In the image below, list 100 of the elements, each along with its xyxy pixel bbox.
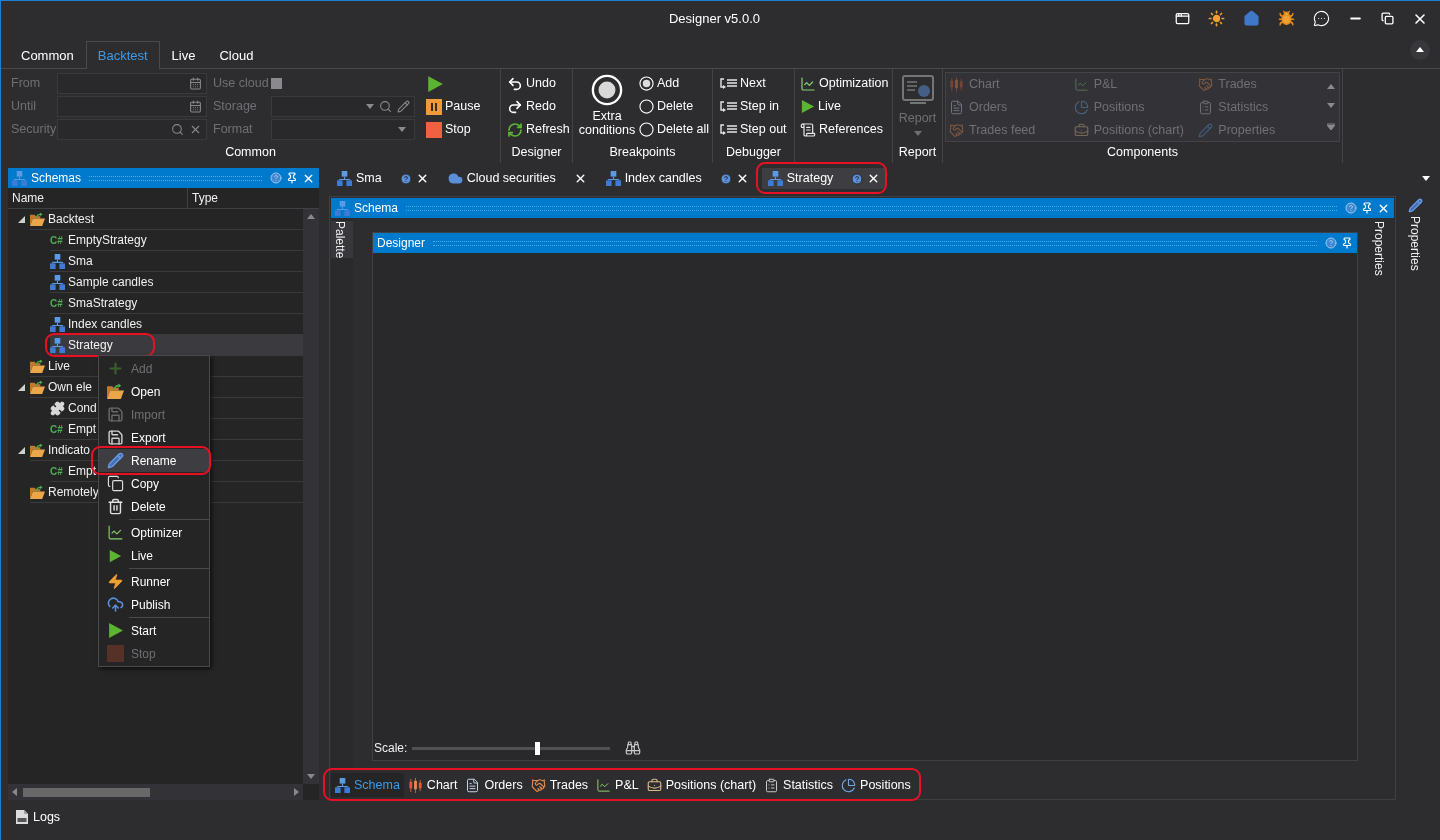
search-icon <box>379 100 392 113</box>
menu-item[interactable]: Live <box>99 544 209 567</box>
search-field[interactable] <box>57 119 207 140</box>
tree-item[interactable]: C# EmptyStrategy <box>50 230 149 250</box>
ribbon-tab[interactable]: Live <box>159 41 208 69</box>
binoculars-icon[interactable] <box>625 740 642 756</box>
palette-tab[interactable]: Palette <box>331 221 353 259</box>
scroll-down-icon[interactable] <box>307 774 315 779</box>
scrollbar-thumb[interactable] <box>23 787 150 797</box>
tree-item[interactable]: C# Empt <box>50 461 98 481</box>
dropdown-caret-icon[interactable] <box>1422 176 1430 181</box>
calendar-icon <box>189 100 202 113</box>
bug-icon[interactable] <box>1278 10 1295 27</box>
ribbon-tab[interactable]: Common <box>9 41 86 69</box>
menu-item[interactable]: Copy <box>99 472 209 495</box>
tree-item[interactable]: Live <box>30 356 72 376</box>
scroll-down-icon[interactable] <box>1327 103 1335 109</box>
slider-thumb[interactable] <box>535 741 541 755</box>
step-button[interactable]: Step in <box>719 95 787 118</box>
scroll-right-icon[interactable] <box>294 788 299 796</box>
expand-arrow-icon[interactable] <box>18 216 25 223</box>
column-header[interactable]: Name <box>8 188 188 208</box>
vertical-scrollbar[interactable] <box>303 209 319 784</box>
menu-item[interactable]: Open <box>99 380 209 403</box>
pin-icon[interactable] <box>1341 237 1353 249</box>
document-tab[interactable]: Sma <box>331 168 434 189</box>
tree-item[interactable]: Backtest <box>30 209 97 229</box>
horizontal-scrollbar[interactable] <box>8 784 303 800</box>
collapse-icon[interactable] <box>1410 40 1430 60</box>
scroll-left-icon[interactable] <box>12 788 17 796</box>
date-field[interactable] <box>57 73 207 94</box>
field-label: Until <box>11 98 37 116</box>
expand-arrow-icon[interactable] <box>18 384 25 391</box>
radio-button[interactable]: Delete all <box>639 118 710 141</box>
optimization-button[interactable]: Optimization <box>800 72 889 95</box>
ribbon-tab[interactable]: Cloud <box>207 41 266 69</box>
more-icon[interactable] <box>1327 122 1335 130</box>
menu-item[interactable]: Delete <box>99 495 209 518</box>
tree-item[interactable]: Remotely <box>30 482 101 502</box>
column-header[interactable]: Type <box>188 188 303 208</box>
undo-button[interactable]: Undo <box>507 72 570 95</box>
chat-icon[interactable] <box>1313 10 1330 27</box>
restore-icon[interactable] <box>1381 12 1394 25</box>
menu-item[interactable]: Publish <box>99 593 209 616</box>
document-icon <box>800 121 816 138</box>
window-layout-icon[interactable] <box>1175 11 1190 26</box>
radio-button[interactable]: Delete <box>639 95 710 118</box>
properties-tab[interactable]: Properties <box>1406 216 1424 271</box>
house-icon[interactable] <box>1243 10 1260 27</box>
document-tab[interactable]: Index candles <box>599 168 754 189</box>
help-icon[interactable] <box>399 172 412 185</box>
dropdown-field[interactable] <box>271 96 415 117</box>
tree-item[interactable]: Own ele <box>30 377 95 397</box>
dropdown-field[interactable] <box>271 119 415 140</box>
pin-icon[interactable] <box>1361 202 1373 214</box>
bottom-tab[interactable]: Statistics <box>760 773 838 797</box>
help-icon[interactable] <box>719 172 732 185</box>
tree-item[interactable]: Sma <box>50 251 95 271</box>
step-button[interactable]: Step out <box>719 118 787 141</box>
scroll-up-icon[interactable] <box>1327 84 1335 90</box>
tree-item[interactable]: Indicato <box>30 440 93 460</box>
bottom-tab[interactable]: Orders <box>461 773 527 797</box>
scroll-up-icon[interactable] <box>307 214 315 219</box>
expand-arrow-icon[interactable] <box>18 447 25 454</box>
bottom-tab[interactable]: Positions <box>837 773 915 797</box>
ribbon-tab[interactable]: Backtest <box>85 41 160 69</box>
help-icon[interactable] <box>851 172 864 185</box>
menu-item[interactable]: Rename <box>99 449 209 472</box>
bottom-tab[interactable]: Positions (chart) <box>642 773 761 797</box>
radio-button[interactable]: Add <box>639 72 710 95</box>
menu-item[interactable]: Start <box>99 619 209 642</box>
bottom-tab[interactable]: Schema <box>331 773 404 797</box>
refresh-button[interactable]: Refresh <box>507 118 570 141</box>
bottom-tab[interactable]: P&L <box>592 773 643 797</box>
step-button[interactable]: Next <box>719 72 787 95</box>
bottom-tab[interactable]: Chart <box>403 773 462 797</box>
date-field[interactable] <box>57 96 207 117</box>
menu-item[interactable]: Export <box>99 426 209 449</box>
bottom-tab[interactable]: Trades <box>526 773 593 797</box>
sun-icon[interactable] <box>1208 10 1225 27</box>
menu-item[interactable]: Runner <box>99 570 209 593</box>
pin-icon[interactable] <box>286 172 298 184</box>
extra-conditions-button[interactable]: Extra conditions <box>573 72 639 141</box>
tree-item[interactable]: Cond <box>50 398 99 418</box>
folder-icon <box>30 379 45 395</box>
redo-button[interactable]: Redo <box>507 95 570 118</box>
document-tab[interactable]: Cloud securities <box>441 168 592 189</box>
properties-tab[interactable]: Properties <box>1368 221 1390 276</box>
pause-button[interactable]: Pause <box>426 95 481 118</box>
stop-button[interactable]: Stop <box>426 118 481 141</box>
live-button[interactable]: Live <box>800 95 889 118</box>
menu-item[interactable]: Optimizer <box>99 521 209 544</box>
tree-item[interactable]: Index candles <box>50 314 145 334</box>
logs-tab[interactable]: Logs <box>15 808 61 827</box>
hierarchy-icon <box>335 777 350 793</box>
tree-item[interactable]: Sample candles <box>50 272 156 292</box>
tree-item[interactable]: C# SmaStrategy <box>50 293 140 313</box>
references-button[interactable]: References <box>800 118 889 141</box>
document-tab[interactable]: Strategy <box>761 168 886 189</box>
tree-item[interactable]: C# Empt <box>50 419 98 439</box>
